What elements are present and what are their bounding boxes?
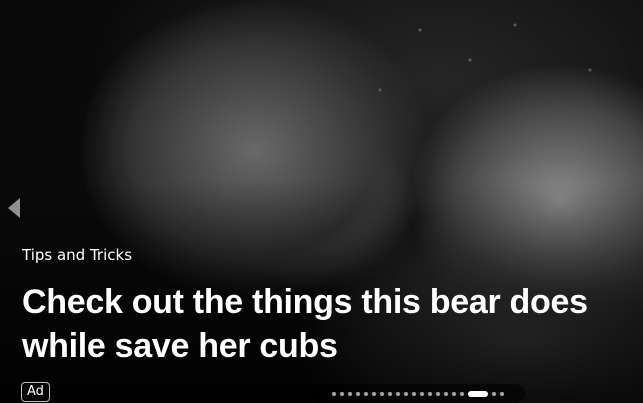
- carousel-dot[interactable]: [411, 391, 416, 396]
- carousel-dot[interactable]: [331, 391, 336, 396]
- carousel-dot[interactable]: [347, 391, 352, 396]
- carousel-dot[interactable]: [435, 391, 440, 396]
- chevron-left-icon[interactable]: [8, 198, 20, 218]
- carousel-pagination: [310, 384, 525, 403]
- carousel-dot[interactable]: [491, 391, 496, 396]
- carousel-dot-active[interactable]: [467, 390, 488, 397]
- carousel-dot[interactable]: [387, 391, 392, 396]
- carousel-dot[interactable]: [339, 391, 344, 396]
- news-card[interactable]: Tips and Tricks Check out the things thi…: [0, 0, 643, 403]
- headline-link[interactable]: Check out the things this bear does whil…: [22, 280, 634, 368]
- carousel-dot[interactable]: [363, 391, 368, 396]
- carousel-dot[interactable]: [371, 391, 376, 396]
- category-label: Tips and Tricks: [22, 246, 133, 264]
- carousel-dot[interactable]: [355, 391, 360, 396]
- carousel-dot[interactable]: [379, 391, 384, 396]
- carousel-dot[interactable]: [459, 391, 464, 396]
- carousel-dot[interactable]: [419, 391, 424, 396]
- carousel-dot[interactable]: [451, 391, 456, 396]
- carousel-dot[interactable]: [499, 391, 504, 396]
- carousel-dot[interactable]: [403, 391, 408, 396]
- ad-badge: Ad: [21, 382, 50, 402]
- carousel-dot[interactable]: [395, 391, 400, 396]
- carousel-dot[interactable]: [443, 391, 448, 396]
- carousel-dot[interactable]: [427, 391, 432, 396]
